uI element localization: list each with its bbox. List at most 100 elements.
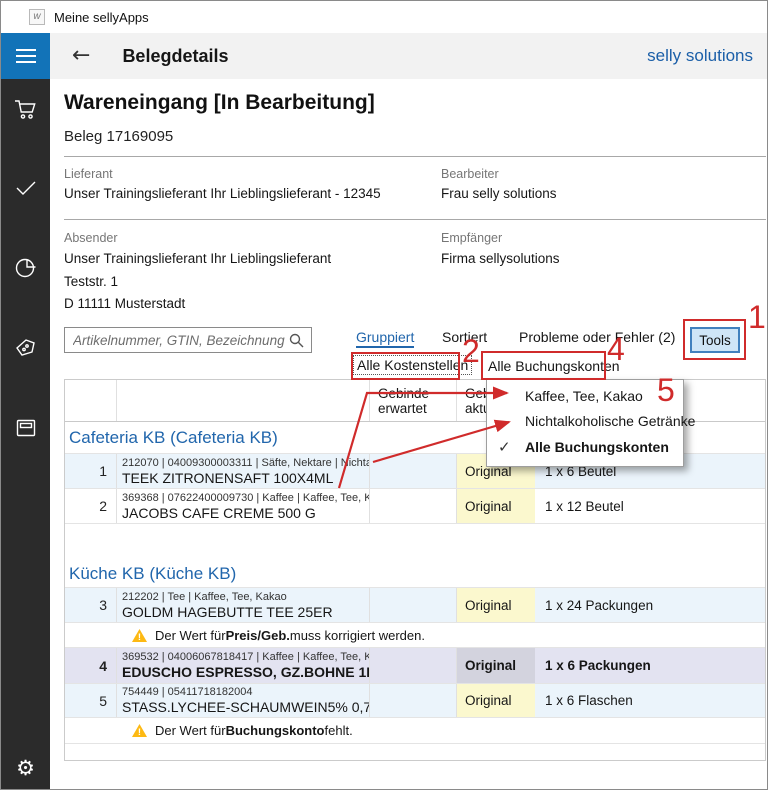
warning-text: Der Wert für <box>155 628 226 643</box>
tab-probleme-oder-fehler[interactable]: Probleme oder Fehler (2) <box>519 329 675 345</box>
hamburger-menu-button[interactable] <box>1 33 50 79</box>
tab-sortiert[interactable]: Sortiert <box>442 329 487 345</box>
field-label-bearbeiter: Bearbeiter <box>441 167 499 181</box>
article-name: JACOBS CAFE CREME 500 G <box>122 505 369 521</box>
group-header-kueche: Küche KB (Küche KB) <box>65 560 765 588</box>
empfaenger-line-1: Firma sellysolutions <box>441 251 560 266</box>
warning-field: Preis/Geb. <box>226 628 290 643</box>
svg-text:!: ! <box>138 727 141 738</box>
article-name: GOLDM HAGEBUTTE TEE 25ER <box>122 604 369 620</box>
row-number: 5 <box>65 684 117 717</box>
quantity-value: 1 x 6 Packungen <box>535 648 765 683</box>
table-filler <box>65 744 765 760</box>
cart-icon <box>14 99 38 121</box>
back-arrow-icon[interactable]: ← <box>72 45 90 67</box>
article-meta: 754449 | 05411718182004 <box>122 686 369 698</box>
field-value-lieferant: Unser Trainingslieferant Ihr Lieblingsli… <box>64 186 381 201</box>
status-badge[interactable]: Original <box>457 684 535 717</box>
article-name: TEEK ZITRONENSAFT 100X4ML <box>122 470 369 486</box>
status-badge[interactable]: Original <box>457 489 535 523</box>
field-value-bearbeiter: Frau selly solutions <box>441 186 557 201</box>
article-meta: 212202 | Tee | Kaffee, Tee, Kakao <box>122 591 369 603</box>
sidebar-item-settings[interactable]: ⚙ <box>1 751 50 785</box>
app-logo-icon: w <box>29 9 45 25</box>
book-icon <box>15 418 37 438</box>
appbar-band: ← Belegdetails selly solutions <box>50 33 767 79</box>
field-label-empfaenger: Empfänger <box>441 231 502 245</box>
warning-text: fehlt. <box>325 723 353 738</box>
article-meta: 369368 | 07622400009730 | Kaffee | Kaffe… <box>122 492 369 504</box>
article-meta: 369532 | 04006067818417 | Kaffee | Kaffe… <box>122 651 369 663</box>
search-icon[interactable] <box>289 333 304 348</box>
row-number: 2 <box>65 489 117 523</box>
tag-icon <box>14 338 37 359</box>
status-badge[interactable]: Original <box>457 588 535 622</box>
warning-row-preis: ! Der Wert für Preis/Geb. muss korrigier… <box>65 623 765 648</box>
row-number: 4 <box>65 648 117 683</box>
warning-field: Buchungskonto <box>226 723 325 738</box>
table-row-4-selected[interactable]: 4 369532 | 04006067818417 | Kaffee | Kaf… <box>65 648 765 684</box>
booking-account-dropdown[interactable]: Alle Buchungskonten <box>488 358 620 374</box>
flyout-item-nichtalkoholische-getraenke[interactable]: Nichtalkoholische Getränke <box>487 409 683 434</box>
flyout-item-kaffee-tee-kakao[interactable]: Kaffee, Tee, Kakao <box>487 384 683 409</box>
header-num <box>65 380 117 421</box>
document-title: Wareneingang [In Bearbeitung] <box>64 91 375 115</box>
account-name[interactable]: selly solutions <box>647 46 753 66</box>
warning-row-buchungskonto: ! Der Wert für Buchungskonto fehlt. <box>65 718 765 744</box>
field-label-absender: Absender <box>64 231 118 245</box>
quantity-value: 1 x 6 Flaschen <box>535 684 765 717</box>
row-number: 3 <box>65 588 117 622</box>
sidebar-item-statistics[interactable] <box>1 251 50 285</box>
tab-gruppiert[interactable]: Gruppiert <box>356 329 414 348</box>
checkmark-icon: ✓ <box>498 434 511 461</box>
warning-icon: ! <box>131 723 148 738</box>
article-meta: 212070 | 04009300003311 | Säfte, Nektare… <box>122 457 369 469</box>
gebinde-erwartet-cell <box>370 588 457 622</box>
quantity-value: 1 x 12 Beutel <box>535 489 765 523</box>
field-label-lieferant: Lieferant <box>64 167 113 181</box>
warning-text: Der Wert für <box>155 723 226 738</box>
gebinde-erwartet-cell <box>370 489 457 523</box>
absender-line-2: Teststr. 1 <box>64 274 118 289</box>
sidebar-item-cart[interactable] <box>1 93 50 127</box>
divider <box>64 156 766 157</box>
document-number: Beleg 17169095 <box>64 128 173 145</box>
svg-text:!: ! <box>138 632 141 643</box>
gebinde-erwartet-cell <box>370 454 457 488</box>
search-box <box>64 327 312 353</box>
absender-line-1: Unser Trainingslieferant Ihr Lieblingsli… <box>64 251 331 266</box>
absender-line-3: D 11111 Musterstadt <box>64 296 185 311</box>
booking-account-flyout: Kaffee, Tee, Kakao Nichtalkoholische Get… <box>486 379 684 467</box>
titlebar: w Meine sellyApps <box>1 1 767 33</box>
window-title: Meine sellyApps <box>54 10 149 25</box>
group-spacer <box>65 524 765 560</box>
quantity-value: 1 x 24 Packungen <box>535 588 765 622</box>
header-gebinde-erwartet: Gebinde erwartet <box>370 380 457 421</box>
sidebar-item-tasks[interactable] <box>1 171 50 205</box>
appbar: ← Belegdetails selly solutions <box>1 33 767 79</box>
table-row-2[interactable]: 2 369368 | 07622400009730 | Kaffee | Kaf… <box>65 489 765 524</box>
tools-button[interactable]: Tools <box>690 327 740 353</box>
warning-text: muss korrigiert werden. <box>290 628 425 643</box>
article-name: STASS.LYCHEE-SCHAUMWEIN5% 0,75 <box>122 699 369 715</box>
search-input[interactable] <box>65 333 289 348</box>
pie-chart-icon <box>14 257 38 279</box>
gear-icon: ⚙ <box>16 758 35 779</box>
gebinde-erwartet-cell <box>370 684 457 717</box>
table-row-3[interactable]: 3 212202 | Tee | Kaffee, Tee, Kakao GOLD… <box>65 588 765 623</box>
sidebar-item-catalog[interactable] <box>1 411 50 445</box>
cost-center-dropdown[interactable]: Alle Kostenstellen <box>353 355 472 375</box>
header-description <box>117 380 370 421</box>
page-title: Belegdetails <box>122 46 228 67</box>
article-name: EDUSCHO ESPRESSO, GZ.BOHNE 1KG <box>122 664 369 680</box>
row-number: 1 <box>65 454 117 488</box>
flyout-item-alle-buchungskonten[interactable]: ✓Alle Buchungskonten <box>487 434 683 461</box>
gebinde-erwartet-cell <box>370 648 457 683</box>
app-window: w Meine sellyApps ← Belegdetails selly s… <box>0 0 768 790</box>
divider <box>64 219 766 220</box>
status-badge[interactable]: Original <box>457 648 535 683</box>
warning-icon: ! <box>131 628 148 643</box>
table-row-5[interactable]: 5 754449 | 05411718182004 STASS.LYCHEE-S… <box>65 684 765 718</box>
checkmark-icon <box>15 180 37 196</box>
sidebar-item-labels[interactable] <box>1 331 50 365</box>
